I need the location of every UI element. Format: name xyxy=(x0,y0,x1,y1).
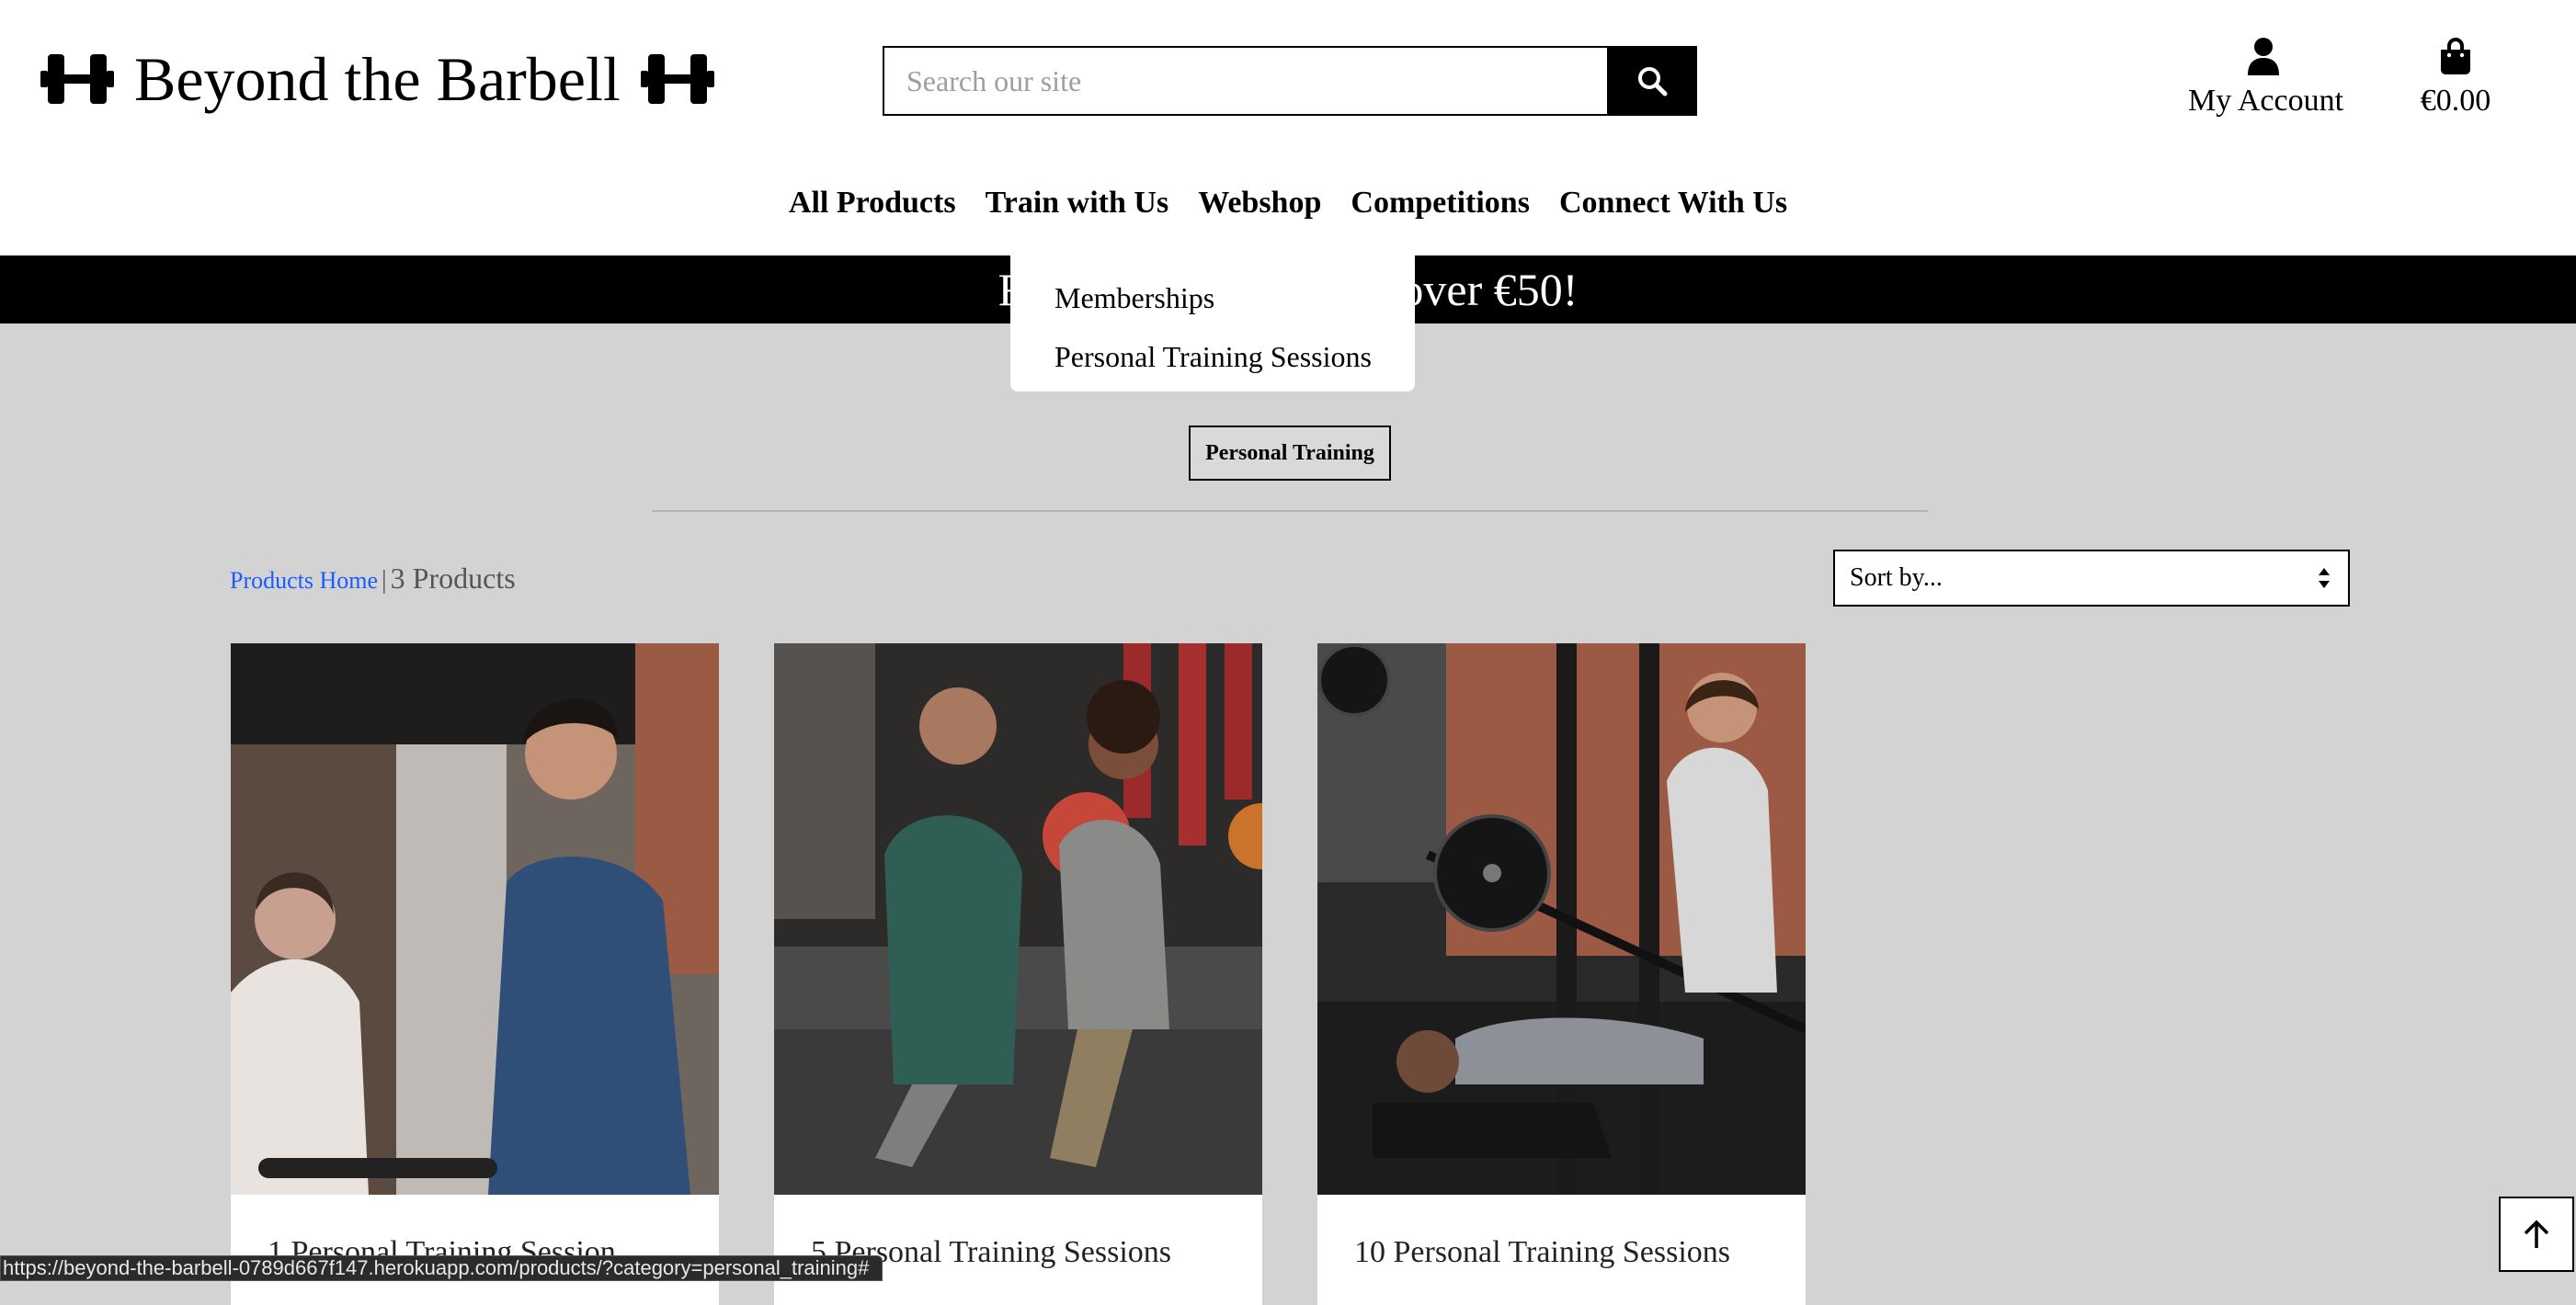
site-header: Beyond the Barbell My Account xyxy=(0,0,2576,255)
nav-item-train-with-us[interactable]: Train with Us xyxy=(986,180,1169,226)
product-count: 3 Products xyxy=(390,562,516,595)
nav-item-competitions[interactable]: Competitions xyxy=(1351,180,1530,226)
product-card[interactable]: 10 Personal Training Sessions xyxy=(1317,643,1806,1305)
product-card[interactable]: 5 Personal Training Sessions xyxy=(774,643,1262,1305)
sort-select[interactable]: Sort by... xyxy=(1833,550,2350,607)
nav-item-connect-with-us[interactable]: Connect With Us xyxy=(1559,180,1787,226)
site-logo[interactable]: Beyond the Barbell xyxy=(40,42,714,116)
status-bar-url: https://beyond-the-barbell-0789d667f147.… xyxy=(0,1255,883,1281)
search-input[interactable] xyxy=(883,46,1607,116)
dumbbell-icon xyxy=(640,54,714,104)
nav-item-webshop[interactable]: Webshop xyxy=(1198,180,1321,226)
shopping-bag-icon xyxy=(2441,38,2470,74)
product-image[interactable] xyxy=(1317,643,1806,1195)
dumbbell-icon xyxy=(40,54,114,104)
sort-arrows-icon xyxy=(2319,568,2330,588)
product-image[interactable] xyxy=(774,643,1262,1195)
search-icon xyxy=(1638,67,1668,96)
products-home-link[interactable]: Products Home xyxy=(230,567,378,594)
product-image[interactable] xyxy=(231,643,719,1195)
my-account-label: My Account xyxy=(2188,84,2344,118)
train-with-us-dropdown: Memberships Personal Training Sessions xyxy=(1010,252,1415,392)
sort-selected-value: Sort by... xyxy=(1850,563,1943,592)
search-button[interactable] xyxy=(1607,46,1697,116)
cart-link[interactable]: €0.00 xyxy=(2416,37,2495,119)
breadcrumb-separator: | xyxy=(382,566,387,595)
search-form xyxy=(883,46,1697,116)
dropdown-item-personal-training-sessions[interactable]: Personal Training Sessions xyxy=(1010,327,1415,386)
cart-total: €0.00 xyxy=(2420,84,2491,118)
divider xyxy=(652,510,1928,512)
product-title[interactable]: 10 Personal Training Sessions xyxy=(1354,1230,1730,1276)
arrow-up-icon xyxy=(2524,1220,2549,1248)
banner-text-end: over €50! xyxy=(1400,264,1579,315)
user-icon xyxy=(2248,38,2279,75)
my-account-link[interactable]: My Account xyxy=(2188,37,2343,119)
dropdown-item-memberships[interactable]: Memberships xyxy=(1010,268,1415,327)
category-filter-badge[interactable]: Personal Training xyxy=(1189,426,1391,481)
breadcrumb: Products Home | 3 Products xyxy=(230,555,516,601)
product-card[interactable]: 1 Personal Training Session xyxy=(231,643,719,1305)
logo-text: Beyond the Barbell xyxy=(134,44,621,114)
back-to-top-button[interactable] xyxy=(2499,1197,2574,1272)
nav-item-all-products[interactable]: All Products xyxy=(789,180,956,226)
main-nav: All Products Train with Us Webshop Compe… xyxy=(0,180,2576,226)
